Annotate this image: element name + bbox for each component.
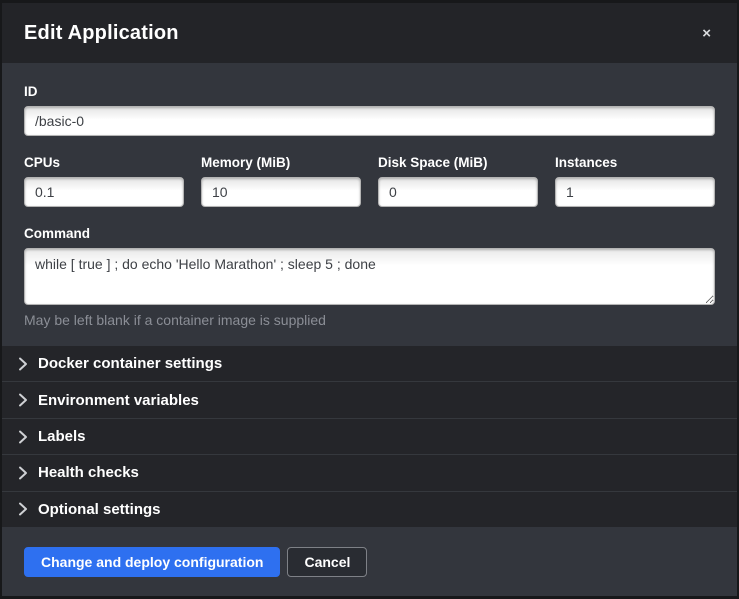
chevron-right-icon (18, 393, 29, 407)
command-help-text: May be left blank if a container image i… (24, 312, 715, 328)
cpus-field-group: CPUs (24, 155, 184, 207)
section-optional-settings[interactable]: Optional settings (2, 491, 737, 527)
section-environment-variables[interactable]: Environment variables (2, 381, 737, 417)
section-label: Labels (38, 428, 86, 445)
section-label: Health checks (38, 464, 139, 481)
change-and-deploy-button[interactable]: Change and deploy configuration (24, 547, 280, 577)
resources-row: CPUs Memory (MiB) Disk Space (MiB) Insta… (24, 155, 715, 207)
collapsible-sections: Docker container settings Environment va… (2, 346, 737, 527)
chevron-right-icon (18, 502, 29, 516)
page-background: Edit Application × ID CPUs Memory (MiB) … (0, 0, 739, 599)
disk-label: Disk Space (MiB) (378, 155, 538, 170)
cpus-label: CPUs (24, 155, 184, 170)
cpus-input[interactable] (24, 177, 184, 207)
command-label: Command (24, 226, 715, 241)
edit-application-modal: Edit Application × ID CPUs Memory (MiB) … (2, 3, 737, 596)
disk-field-group: Disk Space (MiB) (378, 155, 538, 207)
section-labels[interactable]: Labels (2, 418, 737, 454)
id-field-group: ID (24, 84, 715, 136)
section-label: Docker container settings (38, 355, 222, 372)
command-textarea[interactable]: while [ true ] ; do echo 'Hello Marathon… (24, 248, 715, 305)
command-field-group: Command while [ true ] ; do echo 'Hello … (24, 226, 715, 328)
chevron-right-icon (18, 357, 29, 371)
section-label: Optional settings (38, 501, 161, 518)
cancel-button[interactable]: Cancel (287, 547, 367, 577)
chevron-right-icon (18, 430, 29, 444)
section-label: Environment variables (38, 392, 199, 409)
instances-label: Instances (555, 155, 715, 170)
id-input[interactable] (24, 106, 715, 136)
application-form: ID CPUs Memory (MiB) Disk Space (MiB) In (2, 63, 737, 346)
instances-field-group: Instances (555, 155, 715, 207)
modal-title: Edit Application (24, 22, 179, 45)
modal-footer: Change and deploy configuration Cancel (2, 527, 737, 596)
section-health-checks[interactable]: Health checks (2, 454, 737, 490)
memory-label: Memory (MiB) (201, 155, 361, 170)
modal-header: Edit Application × (2, 3, 737, 63)
id-label: ID (24, 84, 715, 99)
chevron-right-icon (18, 466, 29, 480)
instances-input[interactable] (555, 177, 715, 207)
memory-input[interactable] (201, 177, 361, 207)
disk-input[interactable] (378, 177, 538, 207)
memory-field-group: Memory (MiB) (201, 155, 361, 207)
section-docker-container-settings[interactable]: Docker container settings (2, 346, 737, 381)
close-icon[interactable]: × (698, 22, 715, 45)
